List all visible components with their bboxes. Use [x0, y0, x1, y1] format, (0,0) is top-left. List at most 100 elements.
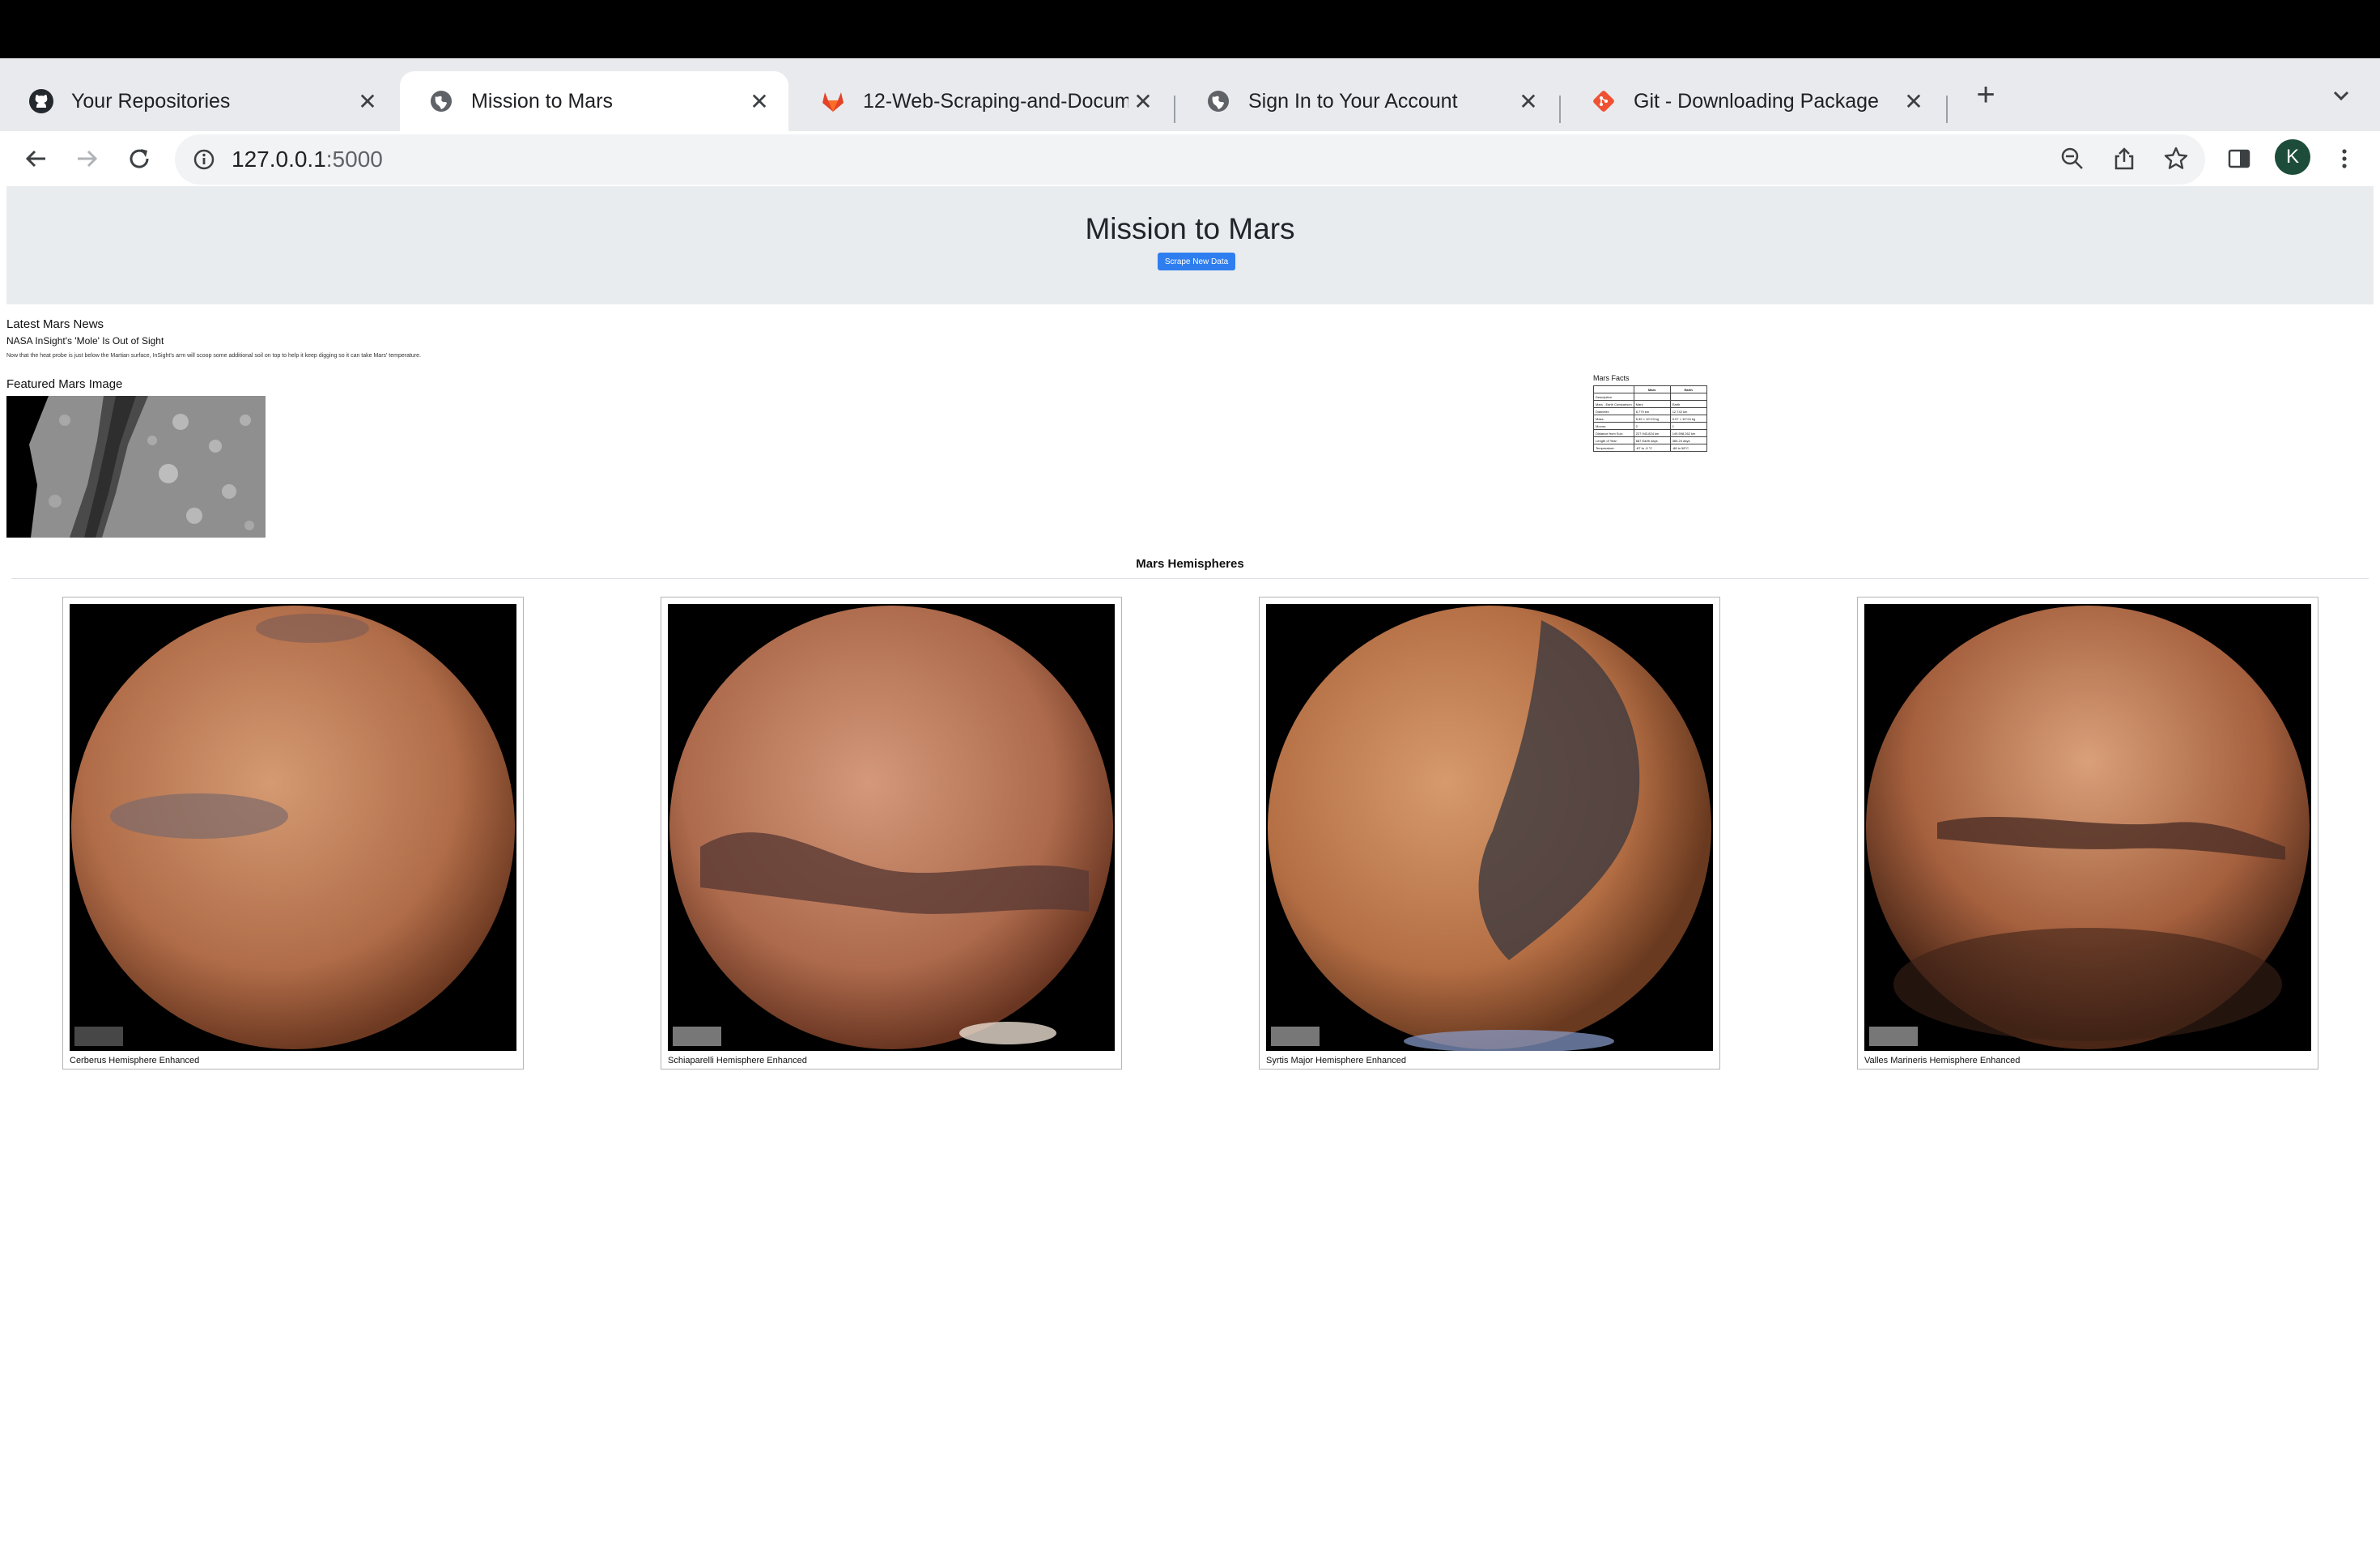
kebab-menu-icon — [2342, 149, 2347, 168]
url-port: :5000 — [325, 147, 383, 172]
featured-image-heading: Featured Mars Image — [6, 377, 123, 391]
url-host: 127.0.0.1 — [232, 147, 326, 172]
reload-icon — [130, 149, 149, 168]
hemispheres-heading: Mars Hemispheres — [1136, 557, 1244, 571]
facts-row: Diameter: 6,779 km 12,742 km — [1593, 407, 1707, 415]
facts-header-row: Mars Earth — [1593, 385, 1707, 393]
scrape-new-data-button[interactable]: Scrape New Data — [1158, 253, 1235, 270]
star-icon — [2164, 147, 2188, 169]
close-icon[interactable]: ✕ — [1514, 87, 1543, 116]
tab-separator — [1174, 96, 1175, 123]
tab-title: Your Repositories — [71, 89, 231, 113]
reload-button[interactable] — [118, 138, 160, 180]
back-button[interactable] — [15, 138, 57, 180]
zoom-out-icon — [2061, 147, 2083, 169]
facts-cell: 227,943,824 km — [1633, 429, 1671, 437]
facts-cell: Distance from Sun: — [1593, 429, 1634, 437]
chevron-down-icon — [2333, 91, 2349, 101]
hemisphere-card-valles-marineris: Valles Marineris Hemisphere Enhanced — [1857, 597, 2318, 1070]
hemisphere-title: Cerberus Hemisphere Enhanced — [70, 1056, 200, 1065]
facts-row: Distance from Sun: 227,943,824 km 149,598,… — [1593, 429, 1707, 437]
facts-cell: 149,598,262 km — [1669, 429, 1707, 437]
facts-cell: Earth — [1669, 400, 1707, 408]
hemisphere-card-cerberus: Cerberus Hemisphere Enhanced — [62, 597, 524, 1070]
share-icon — [2114, 147, 2134, 170]
git-icon — [1590, 87, 1617, 115]
zoom-button[interactable] — [2051, 138, 2093, 180]
news-title: NASA InSight's 'Mole' Is Out of Sight — [6, 335, 164, 347]
news-heading: Latest Mars News — [6, 317, 104, 331]
menu-button[interactable] — [2323, 138, 2365, 180]
tab-title: Git - Downloading Package — [1634, 89, 1879, 113]
facts-cell: Mars - Earth Comparison — [1593, 400, 1634, 408]
side-panel-icon — [2228, 149, 2250, 168]
facts-row: Length of Year: 687 Earth days 365.24 days — [1593, 436, 1707, 444]
header-jumbotron: Mission to Mars Scrape New Data — [6, 186, 2374, 304]
tab-title: Mission to Mars — [471, 89, 614, 113]
close-icon[interactable]: ✕ — [1128, 87, 1158, 116]
hemisphere-card-schiaparelli: Schiaparelli Hemisphere Enhanced — [661, 597, 1122, 1070]
facts-row: Mass: 6.39 × 10^23 kg 5.97 × 10^24 kg — [1593, 415, 1707, 423]
info-icon[interactable] — [193, 148, 215, 171]
bookmark-button[interactable] — [2155, 138, 2197, 180]
facts-cell: Moons: — [1593, 422, 1634, 430]
facts-cell: Description — [1593, 393, 1634, 401]
facts-cell — [1669, 393, 1707, 401]
tab-separator — [1946, 96, 1948, 123]
screen-top-bar — [0, 0, 2380, 58]
facts-cell: 6,779 km — [1633, 407, 1671, 415]
tab-mission-to-mars[interactable]: Mission to Mars ✕ — [400, 71, 788, 131]
tab-web-scraping[interactable]: 12-Web-Scraping-and-Docum ✕ — [792, 71, 1172, 131]
new-tab-button[interactable]: + — [1966, 74, 2006, 115]
hemisphere-title: Schiaparelli Hemisphere Enhanced — [668, 1056, 807, 1065]
globe-icon — [427, 87, 455, 115]
arrow-right-icon — [78, 150, 98, 168]
hemisphere-image — [70, 604, 516, 1051]
tab-strip: Your Repositories ✕ Mission to Mars ✕ 12… — [0, 58, 2380, 131]
tab-sign-in[interactable]: Sign In to Your Account ✕ — [1177, 71, 1558, 131]
mars-facts-label: Mars Facts — [1593, 374, 1630, 382]
hemisphere-title: Valles Marineris Hemisphere Enhanced — [1864, 1056, 2021, 1065]
profile-avatar[interactable]: K — [2275, 139, 2310, 175]
divider — [11, 578, 2369, 579]
mars-facts-table: Mars Earth Description Mars - Earth Comp… — [1593, 385, 1707, 452]
tab-title: Sign In to Your Account — [1248, 89, 1458, 113]
share-button[interactable] — [2103, 138, 2145, 180]
facts-cell — [1633, 393, 1671, 401]
facts-row: Moons: 2 1 — [1593, 422, 1707, 430]
gitlab-icon — [819, 87, 847, 115]
globe-icon — [1205, 87, 1232, 115]
hemisphere-title: Syrtis Major Hemisphere Enhanced — [1266, 1056, 1407, 1065]
facts-cell: 2 — [1633, 422, 1671, 430]
facts-header-cell: Earth — [1669, 385, 1707, 393]
close-icon[interactable]: ✕ — [1899, 87, 1928, 116]
facts-cell: Temperature: — [1593, 444, 1634, 452]
address-bar[interactable]: 127.0.0.1:5000 — [175, 134, 2205, 185]
tab-git-downloading[interactable]: Git - Downloading Package ✕ — [1562, 71, 1943, 131]
tab-title: 12-Web-Scraping-and-Docum — [863, 89, 1128, 113]
facts-row: Mars - Earth Comparison Mars Earth — [1593, 400, 1707, 408]
facts-cell: 687 Earth days — [1633, 436, 1671, 444]
facts-header-cell — [1593, 385, 1634, 393]
tab-search-button[interactable] — [2323, 78, 2359, 113]
featured-mars-image — [6, 396, 266, 538]
facts-cell: 6.39 × 10^23 kg — [1633, 415, 1671, 423]
facts-cell: -87 to -5 °C — [1633, 444, 1671, 452]
news-paragraph: Now that the heat probe is just below th… — [6, 353, 421, 359]
page-title: Mission to Mars — [1085, 212, 1295, 245]
facts-cell: 5.97 × 10^24 kg — [1669, 415, 1707, 423]
facts-cell: 365.24 days — [1669, 436, 1707, 444]
side-panel-button[interactable] — [2218, 138, 2260, 180]
tab-your-repositories[interactable]: Your Repositories ✕ — [0, 71, 397, 131]
facts-header-cell: Mars — [1633, 385, 1671, 393]
arrow-left-icon — [25, 150, 45, 168]
forward-button[interactable] — [66, 138, 108, 180]
facts-cell: -88 to 58°C — [1669, 444, 1707, 452]
hemisphere-image — [1864, 604, 2311, 1051]
facts-cell: Mars — [1633, 400, 1671, 408]
close-icon[interactable]: ✕ — [745, 87, 774, 116]
close-icon[interactable]: ✕ — [353, 87, 382, 116]
hemisphere-image — [668, 604, 1115, 1051]
facts-cell: 12,742 km — [1669, 407, 1707, 415]
facts-cell: 1 — [1669, 422, 1707, 430]
